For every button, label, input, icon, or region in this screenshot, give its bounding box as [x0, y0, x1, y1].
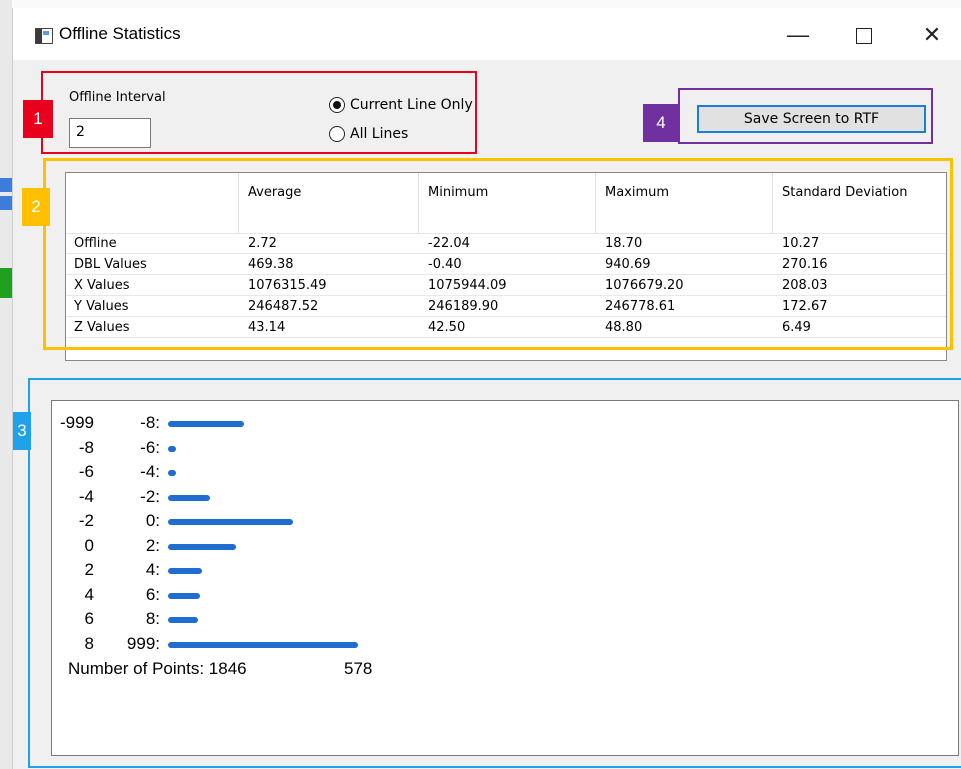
- offline-statistics-window: Offline Statistics — ✕ Offline Interval …: [12, 8, 961, 769]
- maximize-icon: [856, 28, 872, 45]
- badge-2: 2: [22, 188, 50, 226]
- highlight-section-2: [43, 158, 953, 350]
- badge-3: 3: [13, 412, 31, 450]
- background-marker: [0, 268, 12, 298]
- close-button[interactable]: ✕: [909, 18, 955, 52]
- badge-4: 4: [643, 104, 679, 142]
- highlight-section-1: [41, 71, 477, 154]
- window-title: Offline Statistics: [59, 24, 181, 43]
- title-bar: Offline Statistics — ✕: [13, 8, 961, 60]
- minimize-button[interactable]: —: [775, 18, 821, 52]
- highlight-section-4: [678, 88, 933, 144]
- badge-1: 1: [23, 100, 53, 138]
- app-icon: [35, 28, 53, 44]
- background-marker: [0, 178, 12, 192]
- maximize-button[interactable]: [841, 18, 887, 52]
- highlight-section-3: [28, 378, 961, 768]
- background-marker: [0, 196, 12, 210]
